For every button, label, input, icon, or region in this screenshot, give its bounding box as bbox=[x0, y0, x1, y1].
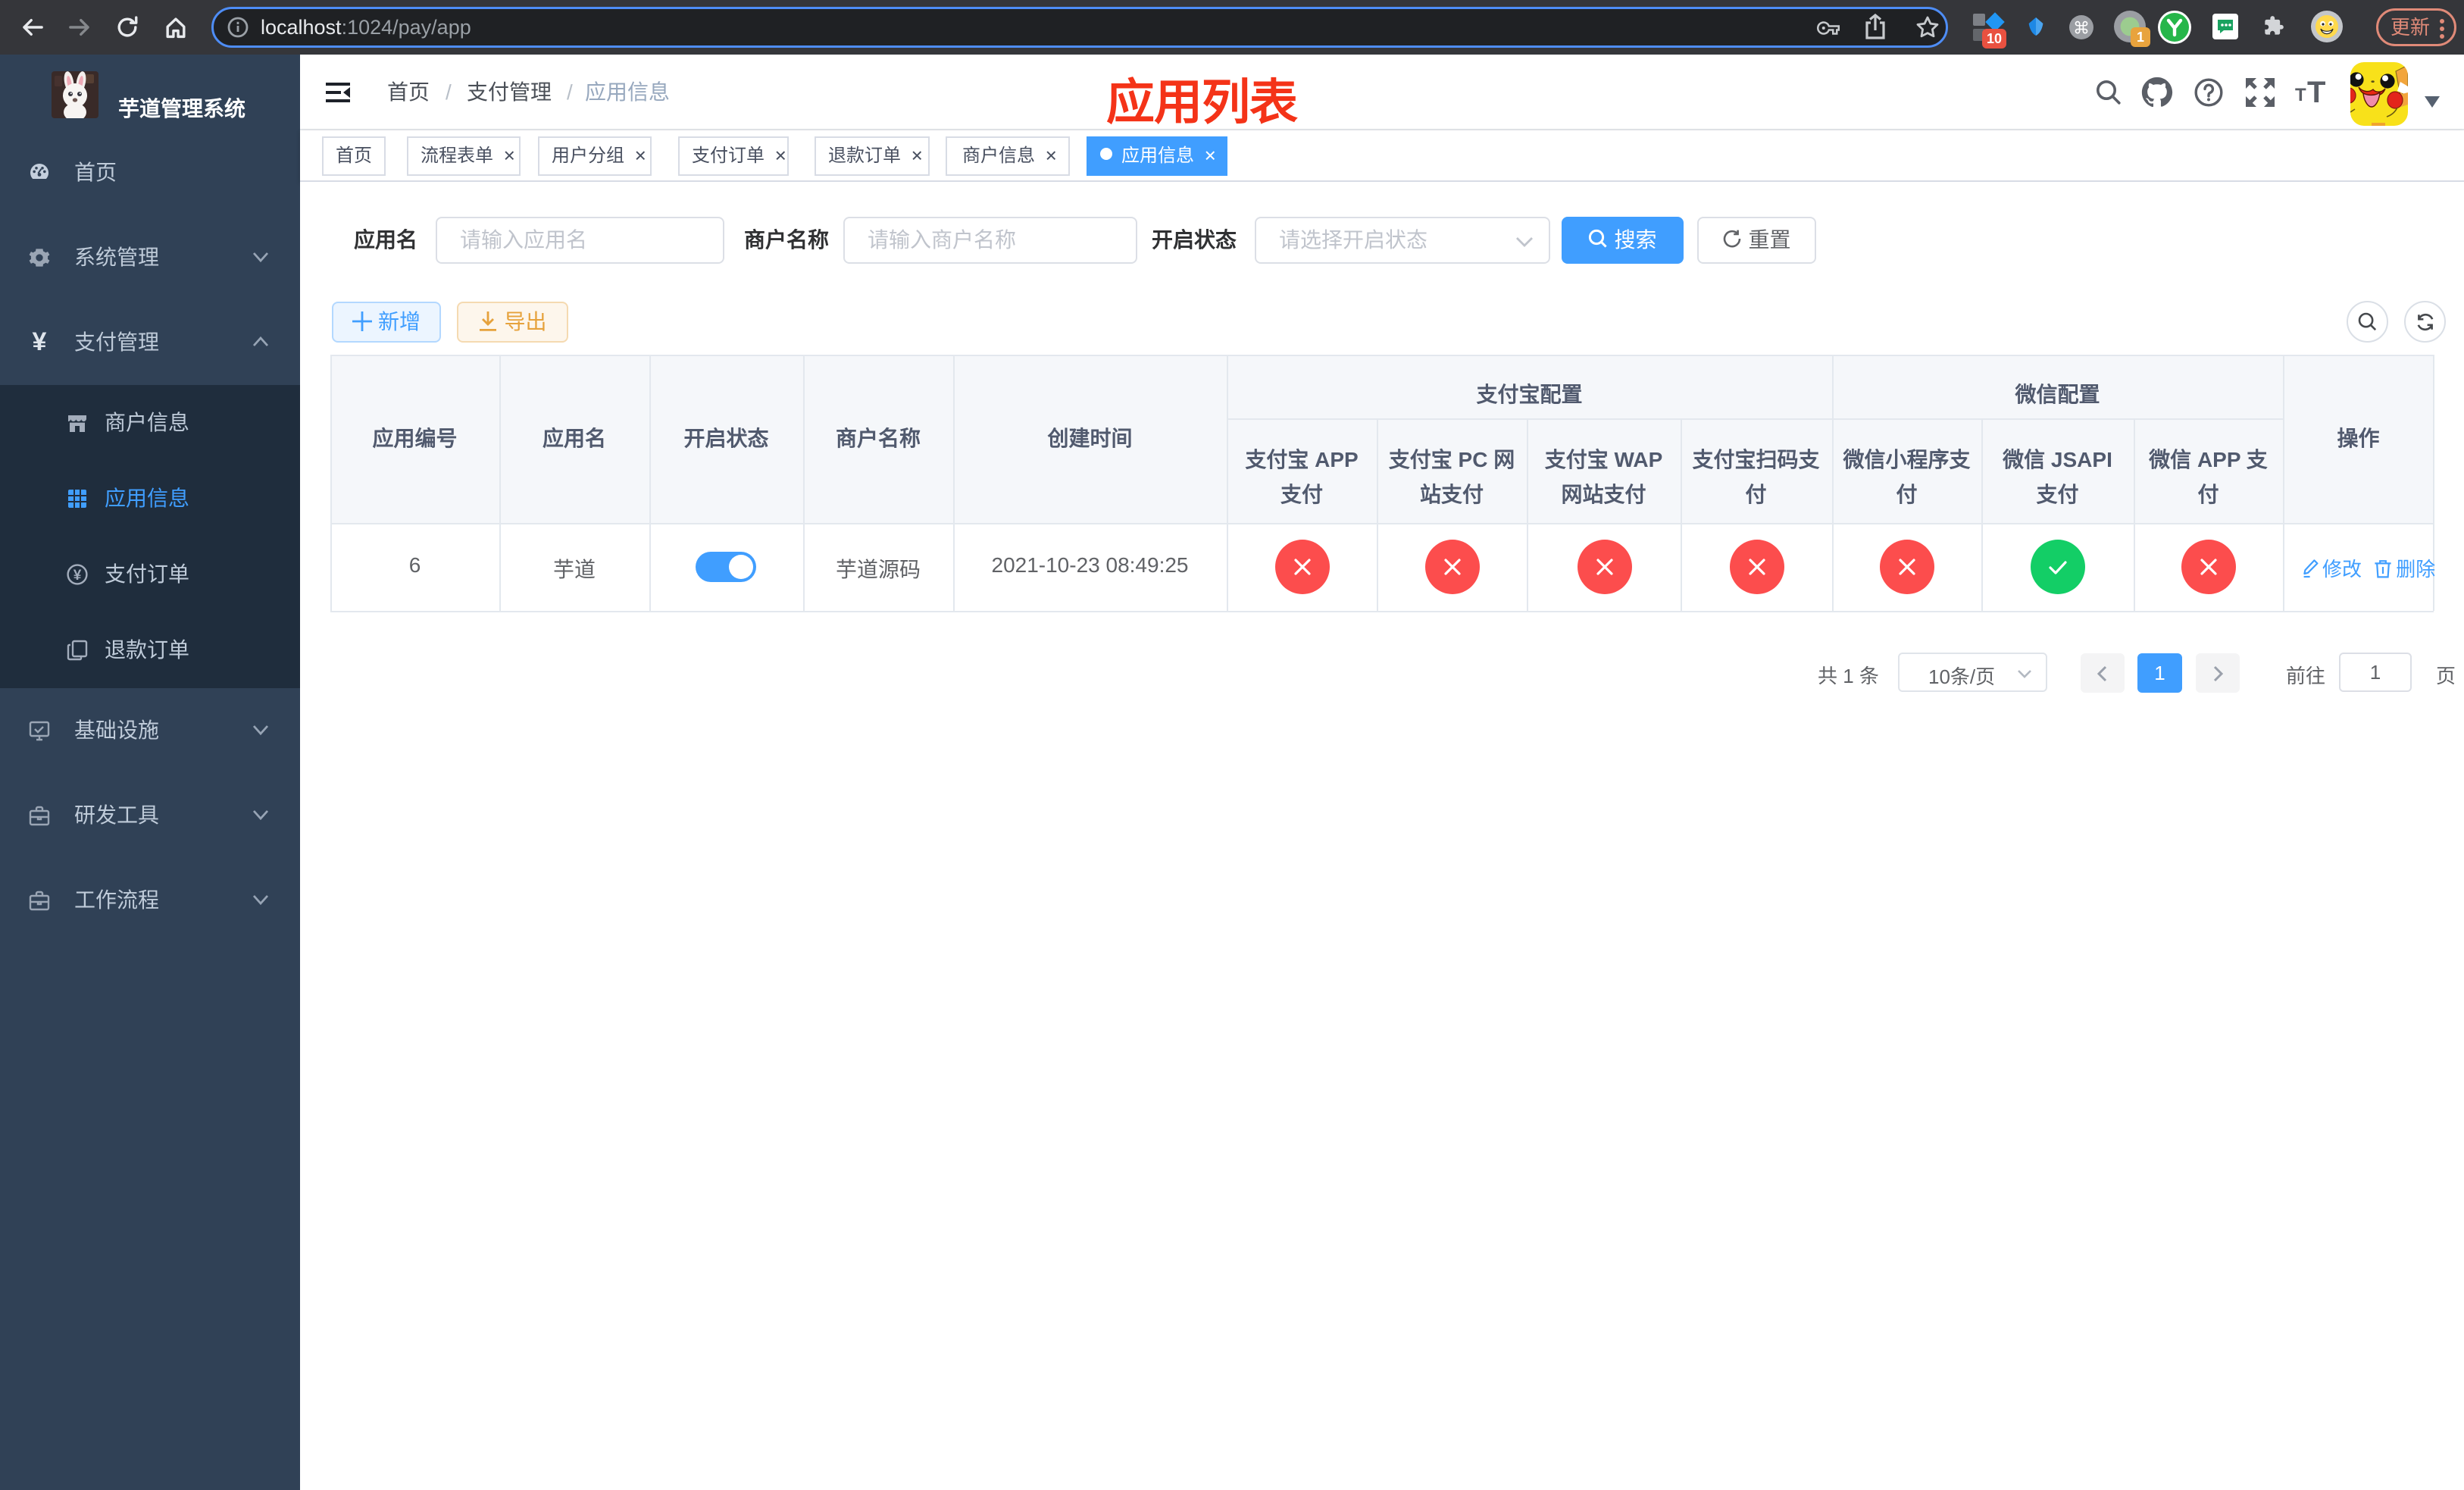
svg-text:⌘: ⌘ bbox=[2073, 18, 2090, 37]
svg-text:¥: ¥ bbox=[73, 568, 82, 584]
